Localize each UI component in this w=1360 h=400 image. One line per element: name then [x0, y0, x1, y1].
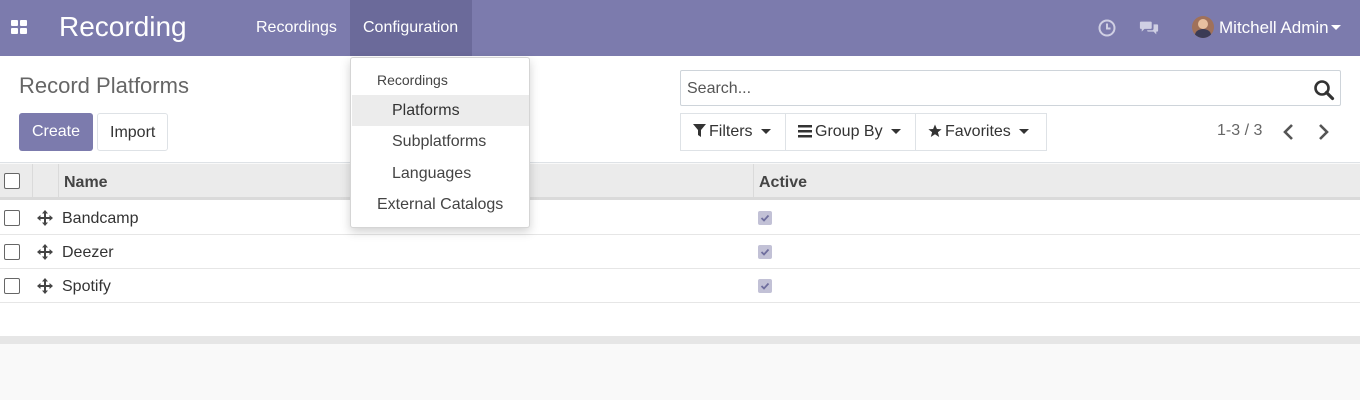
row-name: Bandcamp: [62, 210, 139, 227]
chevron-right-icon[interactable]: [1315, 122, 1331, 142]
column-divider: [32, 164, 33, 200]
search-icon[interactable]: [1313, 79, 1335, 101]
table-row[interactable]: Deezer: [0, 235, 1360, 269]
filter-icon: [693, 124, 706, 137]
nav-configuration[interactable]: Configuration: [350, 0, 472, 56]
drag-handle-icon[interactable]: [37, 210, 53, 226]
chevron-left-icon[interactable]: [1281, 122, 1297, 142]
list-footer: [0, 336, 1360, 344]
active-checkbox: [758, 245, 772, 259]
group-by-label: Group By: [815, 123, 883, 140]
list-view: Name Active Bandcamp Deezer Spotify: [0, 164, 1360, 344]
chevron-down-icon[interactable]: [1331, 25, 1341, 30]
import-button[interactable]: Import: [97, 113, 168, 151]
create-button[interactable]: Create: [19, 113, 93, 151]
page-title: Record Platforms: [19, 73, 189, 98]
active-checkbox: [758, 211, 772, 225]
active-checkbox: [758, 279, 772, 293]
search-box[interactable]: [680, 70, 1341, 106]
menu-item-subplatforms[interactable]: Subplatforms: [352, 126, 529, 157]
check-icon: [760, 248, 770, 256]
column-header-name[interactable]: Name: [64, 174, 108, 192]
app-title: Recording: [59, 11, 187, 42]
row-checkbox[interactable]: [4, 210, 20, 226]
column-divider: [58, 164, 59, 200]
search-input[interactable]: [687, 78, 1287, 100]
menu-item-platforms[interactable]: Platforms: [352, 95, 529, 126]
dropdown-section-header: Recordings: [377, 72, 448, 88]
filters-button[interactable]: Filters: [680, 113, 786, 151]
row-name: Deezer: [62, 244, 114, 261]
chevron-down-icon: [1018, 129, 1029, 135]
nav-recordings[interactable]: Recordings: [243, 0, 350, 56]
table-row[interactable]: Spotify: [0, 269, 1360, 303]
top-navbar: Recording Recordings Configuration Mitch…: [0, 0, 1360, 56]
control-panel: Record Platforms Create Import Filters G…: [0, 56, 1360, 163]
drag-handle-icon[interactable]: [37, 278, 53, 294]
row-name: Spotify: [62, 278, 111, 295]
column-header-active[interactable]: Active: [759, 174, 807, 192]
row-checkbox[interactable]: [4, 244, 20, 260]
star-icon: [928, 124, 942, 137]
chevron-down-icon: [890, 129, 901, 135]
check-icon: [760, 282, 770, 290]
list-header: Name Active: [0, 164, 1360, 200]
column-divider: [753, 164, 754, 200]
favorites-button[interactable]: Favorites: [915, 113, 1047, 151]
filters-label: Filters: [709, 123, 753, 140]
group-by-button[interactable]: Group By: [785, 113, 916, 151]
check-icon: [760, 214, 770, 222]
chevron-down-icon: [760, 129, 771, 135]
chat-icon[interactable]: [1139, 18, 1159, 38]
list-icon: [798, 125, 812, 138]
apps-grid-icon[interactable]: [11, 20, 27, 34]
row-checkbox[interactable]: [4, 278, 20, 294]
clock-icon[interactable]: [1097, 18, 1117, 38]
user-name[interactable]: Mitchell Admin: [1219, 18, 1329, 38]
table-row[interactable]: Bandcamp: [0, 201, 1360, 235]
menu-item-external-catalogs[interactable]: External Catalogs: [352, 189, 529, 220]
configuration-dropdown-menu: Recordings Platforms Subplatforms Langua…: [350, 57, 530, 228]
drag-handle-icon[interactable]: [37, 244, 53, 260]
menu-item-languages[interactable]: Languages: [352, 158, 529, 189]
favorites-label: Favorites: [945, 123, 1011, 140]
select-all-checkbox[interactable]: [4, 173, 20, 189]
pager-value[interactable]: 1-3 / 3: [1217, 122, 1262, 140]
avatar[interactable]: [1192, 16, 1214, 38]
